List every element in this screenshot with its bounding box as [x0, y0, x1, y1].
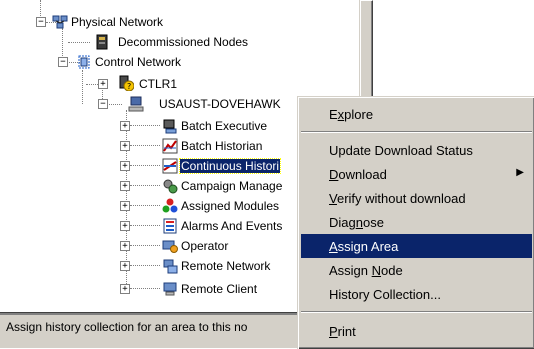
tree-node-ctlr1[interactable]: + ? CTLR1: [96, 75, 296, 93]
tree-node-remote-network[interactable]: + Remote Network: [120, 257, 320, 275]
menu-item-label: Verify without download: [329, 191, 466, 206]
tree-node-physical-network[interactable]: − Physical Network: [34, 13, 234, 31]
tree-line: [130, 125, 160, 127]
expand-icon[interactable]: +: [120, 181, 130, 191]
tree-node-control-network[interactable]: − Control Network: [56, 53, 276, 71]
expand-icon[interactable]: +: [120, 141, 130, 151]
svg-text:?: ?: [127, 82, 131, 91]
tree-node-label: Control Network: [95, 55, 182, 69]
menu-item-label: Diagnose: [329, 215, 384, 230]
menu-item-label: Assign Area: [329, 239, 399, 254]
decommissioned-nodes-icon: [96, 34, 108, 50]
collapse-icon[interactable]: −: [58, 57, 68, 67]
expand-icon[interactable]: +: [120, 284, 130, 294]
menu-item-assign-area[interactable]: Assign Area: [301, 234, 532, 258]
menu-item-label: Explore: [329, 107, 374, 122]
tree-node-campaign-manager[interactable]: + Campaign Manage: [120, 177, 320, 195]
tree-node-label: USAUST-DOVEHAWK: [159, 97, 281, 111]
tree-node-label: Batch Executive: [181, 119, 268, 133]
collapse-icon[interactable]: −: [98, 99, 108, 109]
tree-node-label: Assigned Modules: [181, 199, 280, 213]
controller-warning-icon: ?: [119, 75, 134, 91]
submenu-arrow-icon: ▶: [516, 167, 524, 178]
expand-icon[interactable]: +: [120, 161, 130, 171]
menu-item-label: Download: [329, 167, 387, 182]
tree-line: [130, 288, 160, 290]
tree-line: [68, 42, 90, 44]
tree-line: [130, 245, 160, 247]
menu-item-label: Update Download Status: [329, 143, 473, 158]
remote-network-icon: [163, 259, 178, 274]
assigned-modules-icon: [162, 198, 178, 213]
tree-line: [130, 265, 160, 267]
expand-icon[interactable]: +: [98, 79, 108, 89]
tree-line: [130, 185, 160, 187]
tree-line: [130, 145, 160, 147]
remote-client-icon: [163, 282, 177, 296]
context-menu: Explore Update Download Status Download …: [297, 96, 534, 349]
campaign-manager-icon: [163, 179, 178, 194]
tree-node-assigned-modules[interactable]: + Assigned Modules: [120, 197, 320, 215]
tree-node-label: Decommissioned Nodes: [118, 35, 249, 49]
menu-item-explore[interactable]: Explore: [301, 102, 532, 126]
tree-node-batch-historian[interactable]: + Batch Historian: [120, 137, 320, 155]
menu-item-label: Print: [329, 324, 356, 339]
expand-icon[interactable]: +: [120, 201, 130, 211]
control-network-icon: [78, 55, 90, 69]
menu-item-label: Assign Node: [329, 263, 403, 278]
expand-icon[interactable]: +: [120, 241, 130, 251]
tree-node-decommissioned-nodes[interactable]: Decommissioned Nodes: [90, 33, 290, 51]
tree-line: [130, 165, 160, 167]
tree-node-continuous-historian[interactable]: + Continuous Histori: [120, 157, 320, 175]
tree-node-label: Continuous Histori: [178, 158, 282, 174]
tree-node-label: Physical Network: [71, 15, 164, 29]
operator-icon: [162, 240, 178, 253]
workstation-icon: [128, 96, 144, 112]
menu-separator: [301, 311, 532, 313]
menu-item-print[interactable]: Print: [301, 319, 532, 343]
menu-item-diagnose[interactable]: Diagnose: [301, 210, 532, 234]
alarms-events-icon: [163, 218, 177, 234]
tree-line: [82, 70, 84, 104]
menu-item-assign-node[interactable]: Assign Node: [301, 258, 532, 282]
batch-executive-icon: [163, 119, 177, 134]
tree-node-label: Campaign Manage: [181, 179, 283, 193]
tree-node-remote-client[interactable]: + Remote Client: [120, 280, 320, 298]
collapse-icon[interactable]: −: [36, 17, 46, 27]
menu-item-history-collection[interactable]: History Collection...: [301, 282, 532, 306]
menu-item-download[interactable]: Download ▶: [301, 162, 532, 186]
menu-item-verify-without-download[interactable]: Verify without download: [301, 186, 532, 210]
expand-icon[interactable]: +: [120, 221, 130, 231]
menu-separator: [301, 131, 532, 133]
tree-node-label: Operator: [181, 239, 229, 253]
tree-node-label: Batch Historian: [181, 139, 263, 153]
batch-historian-icon: [162, 138, 178, 154]
tree-node-batch-executive[interactable]: + Batch Executive: [120, 117, 320, 135]
tree-node-label: Remote Network: [181, 259, 271, 273]
tree-line: [130, 225, 160, 227]
menu-item-update-download-status[interactable]: Update Download Status: [301, 138, 532, 162]
continuous-historian-icon: [162, 158, 178, 174]
expand-icon[interactable]: +: [120, 121, 130, 131]
expand-icon[interactable]: +: [120, 261, 130, 271]
tree-line: [130, 205, 160, 207]
physical-network-icon: [52, 15, 68, 29]
tree-node-operator[interactable]: + Operator: [120, 237, 320, 255]
tree-node-label: Alarms And Events: [181, 219, 283, 233]
tree-node-usaust-dovehawk[interactable]: − USAUST-DOVEHAWK: [96, 95, 316, 113]
tree-node-label: Remote Client: [181, 282, 258, 296]
tree-node-label: CTLR1: [139, 77, 178, 91]
tree-node-alarms-and-events[interactable]: + Alarms And Events: [120, 217, 320, 235]
menu-item-label: History Collection...: [329, 287, 441, 302]
